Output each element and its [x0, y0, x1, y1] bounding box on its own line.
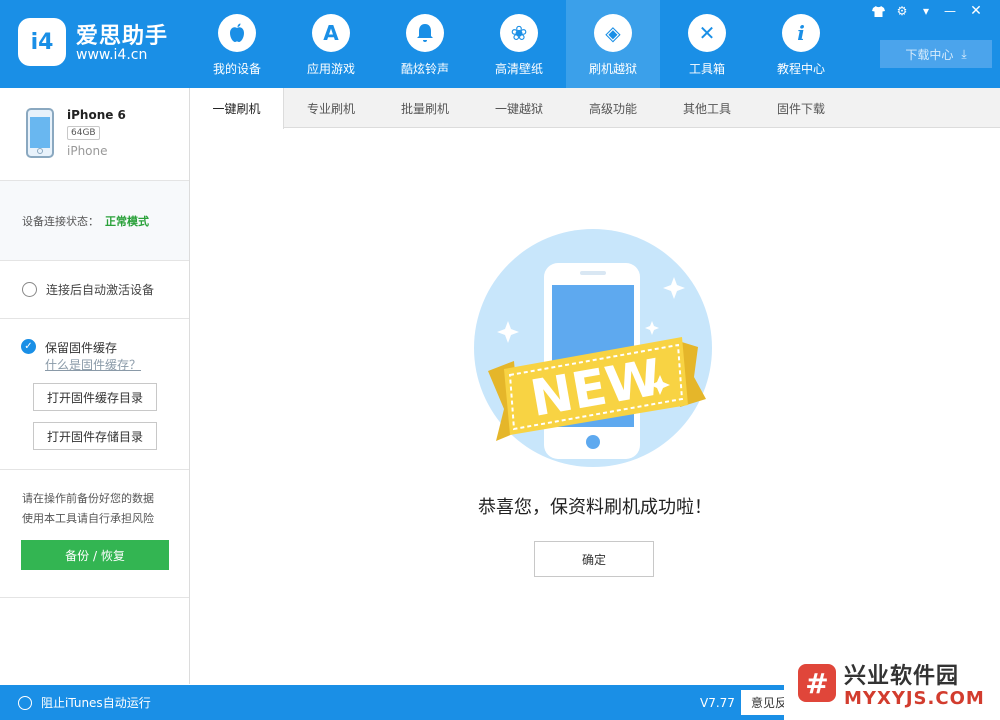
nav-item-wallpapers[interactable]: ❀ 高清壁纸: [472, 0, 566, 88]
keep-cache-label: 保留固件缓存: [45, 341, 118, 355]
auto-activate-radio[interactable]: [22, 282, 37, 297]
block-itunes-option[interactable]: 阻止iTunes自动运行: [18, 685, 151, 720]
device-capacity-badge: 64GB: [67, 126, 100, 140]
apple-icon: [218, 14, 256, 52]
open-storage-dir-button[interactable]: 打开固件存储目录: [33, 422, 157, 450]
brand-name: 爱思助手: [76, 24, 169, 49]
main-nav: 我的设备 A 应用游戏 酷炫铃声 ❀ 高清壁纸 ◈ 刷机越狱 ✕ 工具箱 i 教…: [190, 0, 848, 88]
watermark-logo-icon: #: [798, 664, 836, 702]
nav-label: 应用游戏: [306, 62, 355, 76]
site-watermark: # 兴业软件园 MYXYJS.COM: [784, 648, 1000, 720]
tab-batch-flash[interactable]: 批量刷机: [378, 88, 472, 128]
watermark-subtitle: MYXYJS.COM: [844, 688, 985, 709]
auto-activate-label: 连接后自动激活设备: [46, 283, 155, 297]
nav-item-apps-games[interactable]: A 应用游戏: [284, 0, 378, 88]
firmware-cache-section: ✓ 保留固件缓存 什么是固件缓存？ 打开固件缓存目录 打开固件存储目录: [0, 319, 189, 470]
flower-icon: ❀: [500, 14, 538, 52]
device-type: iPhone: [67, 144, 108, 158]
backup-restore-button[interactable]: 备份 / 恢复: [21, 540, 169, 570]
dropbox-icon: ◈: [594, 14, 632, 52]
backup-section: 请在操作前备份好您的数据 使用本工具请自行承担风险 备份 / 恢复: [0, 470, 189, 598]
nav-label: 酷炫铃声: [400, 62, 449, 76]
flash-tabs: 一键刷机 专业刷机 批量刷机 一键越狱 高级功能 其他工具 固件下载: [190, 88, 1000, 129]
nav-label: 高清壁纸: [494, 62, 543, 76]
device-card: iPhone 6 64GB iPhone: [0, 88, 189, 181]
download-center-label: 下载中心: [905, 47, 954, 62]
gear-icon[interactable]: ⚙: [892, 2, 912, 20]
version-label: V7.77: [700, 695, 735, 710]
tools-icon: ✕: [688, 14, 726, 52]
nav-item-ringtones[interactable]: 酷炫铃声: [378, 0, 472, 88]
nav-item-flash-jailbreak[interactable]: ◈ 刷机越狱: [566, 0, 660, 88]
block-itunes-radio[interactable]: [18, 695, 32, 710]
top-header: i4 爱思助手 www.i4.cn 我的设备 A 应用游戏 酷炫铃声 ❀ 高清壁…: [0, 0, 1000, 88]
window-controls: ⚙ ▾ — ✕: [868, 2, 988, 20]
download-icon: ⤓: [961, 46, 967, 61]
tab-other-tools[interactable]: 其他工具: [660, 88, 754, 128]
block-itunes-label: 阻止iTunes自动运行: [41, 696, 151, 710]
tab-one-click-jailbreak[interactable]: 一键越狱: [472, 88, 566, 128]
tab-pro-flash[interactable]: 专业刷机: [284, 88, 378, 128]
brand-url: www.i4.cn: [76, 47, 148, 63]
auto-activate-option[interactable]: 连接后自动激活设备: [0, 261, 189, 319]
open-cache-dir-button[interactable]: 打开固件缓存目录: [33, 383, 157, 411]
device-name: iPhone 6: [67, 108, 126, 122]
nav-label: 刷机越狱: [588, 62, 637, 76]
nav-label: 教程中心: [776, 62, 825, 76]
nav-label: 我的设备: [212, 62, 261, 76]
close-icon[interactable]: ✕: [964, 2, 988, 20]
nav-item-my-device[interactable]: 我的设备: [190, 0, 284, 88]
menu-icon[interactable]: ▾: [916, 2, 936, 20]
tab-firmware-download[interactable]: 固件下载: [754, 88, 848, 128]
new-phone-illustration: NEW: [474, 229, 712, 467]
keep-cache-checkbox[interactable]: ✓: [21, 339, 36, 354]
what-is-cache-link[interactable]: 什么是固件缓存？: [45, 356, 141, 373]
nav-label: 工具箱: [688, 62, 725, 76]
download-center-button[interactable]: 下载中心 ⤓: [880, 40, 992, 68]
tab-one-click-flash[interactable]: 一键刷机: [190, 88, 284, 129]
info-icon: i: [782, 14, 820, 52]
watermark-title: 兴业软件园: [844, 664, 960, 689]
nav-item-toolbox[interactable]: ✕ 工具箱: [660, 0, 754, 88]
i4-logo-icon[interactable]: i4: [18, 18, 66, 66]
iphone-icon: [26, 108, 54, 158]
minimize-icon[interactable]: —: [940, 2, 960, 20]
connection-status-label: 设备连接状态：: [22, 214, 99, 228]
tab-advanced[interactable]: 高级功能: [566, 88, 660, 128]
connection-status-value: 正常模式: [105, 214, 149, 228]
backup-warning-line1: 请在操作前备份好您的数据: [22, 492, 154, 505]
success-message: 恭喜您，保资料刷机成功啦！: [478, 497, 712, 518]
tshirt-icon[interactable]: [868, 2, 888, 20]
bell-icon: [406, 14, 444, 52]
nav-item-tutorials[interactable]: i 教程中心: [754, 0, 848, 88]
confirm-button[interactable]: 确定: [534, 541, 654, 577]
backup-warning-line2: 使用本工具请自行承担风险: [22, 512, 154, 525]
left-sidebar: iPhone 6 64GB iPhone 设备连接状态： 正常模式 连接后自动激…: [0, 88, 190, 684]
app-store-icon: A: [312, 14, 350, 52]
connection-status: 设备连接状态： 正常模式: [0, 181, 189, 261]
